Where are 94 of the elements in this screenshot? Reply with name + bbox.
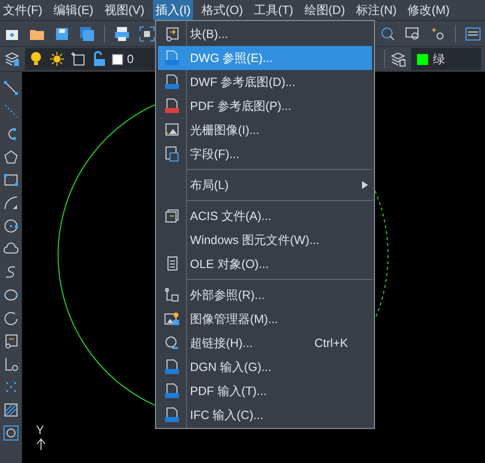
zoom-icon (380, 26, 396, 42)
menu-item[interactable]: 图像管理器(M)... (158, 307, 372, 331)
viewport-icon (70, 51, 86, 67)
tool-button[interactable] (3, 379, 19, 395)
layer-name: 0 (127, 51, 134, 68)
zoom-previous-icon (430, 26, 446, 42)
tool-button[interactable] (3, 356, 19, 372)
menu-item[interactable]: DWF 参考底图(D)... (158, 70, 372, 94)
zoom-window-icon (405, 26, 421, 42)
toolbar-button[interactable] (380, 26, 396, 42)
toolbar-button[interactable] (54, 26, 70, 42)
menu-item[interactable]: 字段(F)... (158, 142, 372, 166)
line-icon (3, 80, 19, 96)
menu-bar-item[interactable]: 插入(I) (153, 0, 193, 20)
image-manager-icon (164, 311, 180, 327)
toolbar-button[interactable] (79, 26, 95, 42)
sun-icon (49, 51, 65, 67)
import-file-icon (164, 359, 180, 375)
toolbar-button[interactable] (4, 51, 20, 67)
tool-button[interactable] (3, 333, 19, 349)
block-insert-icon (164, 26, 180, 42)
tool-button[interactable] (3, 287, 19, 303)
solid-file-icon (164, 208, 180, 224)
menu-bar-item[interactable]: 视图(V) (102, 0, 146, 20)
block-create-icon (3, 356, 19, 372)
tool-button[interactable] (3, 172, 19, 188)
color-name: 绿 (433, 51, 445, 68)
toolbar-button[interactable] (430, 26, 446, 42)
toolbar-button[interactable] (465, 26, 481, 42)
menu-item[interactable]: OLE 对象(O)... (158, 252, 372, 276)
menu-bar-item[interactable]: 文件(F) (1, 0, 44, 20)
region-icon (3, 425, 19, 441)
layers-icon (4, 51, 20, 67)
toolbar-button[interactable] (405, 26, 421, 42)
toolbar-button[interactable] (390, 51, 406, 67)
point-icon (3, 379, 19, 395)
file-reference-icon (164, 98, 180, 114)
print-icon (114, 26, 130, 42)
tool-button[interactable] (3, 80, 19, 96)
ellipse-icon (3, 287, 19, 303)
external-reference-icon (164, 287, 180, 303)
file-reference-icon (164, 50, 180, 66)
import-file-icon (164, 383, 180, 399)
menu-item[interactable]: 光栅图像(I)... (158, 118, 372, 142)
layers-icon (390, 51, 406, 67)
menu-item[interactable]: IFC 输入(C)... (158, 403, 372, 427)
circle-icon (3, 218, 19, 234)
menu-item[interactable]: DGN 输入(G)... (158, 355, 372, 379)
hyperlink-icon (164, 335, 180, 351)
block-insert-icon (3, 333, 19, 349)
menu-item[interactable]: 块(B)... (158, 22, 372, 46)
ucs-axis-icon (35, 438, 47, 450)
properties-icon (465, 26, 481, 42)
tool-button[interactable] (3, 103, 19, 119)
menu-bar-item[interactable]: 工具(T) (252, 0, 296, 20)
tool-button[interactable] (3, 402, 19, 418)
menu-item[interactable]: 外部参照(R)... (158, 283, 372, 307)
import-file-icon (164, 407, 180, 423)
image-icon (164, 122, 180, 138)
hatch-icon (3, 402, 19, 418)
menu-item[interactable]: Windows 图元文件(W)... (158, 228, 372, 252)
unlocked-icon (91, 51, 107, 67)
file-reference-icon (164, 74, 180, 90)
lightbulb-icon (28, 51, 44, 67)
toolbar-button[interactable] (139, 26, 155, 42)
pentagon-icon (3, 149, 19, 165)
tool-button[interactable] (3, 425, 19, 441)
tool-button[interactable] (3, 310, 19, 326)
layer-color-swatch (112, 54, 123, 64)
tool-button[interactable] (3, 149, 19, 165)
field-icon (164, 146, 180, 162)
menu-bar-item[interactable]: 格式(O) (200, 0, 245, 20)
ucs-axis-label: Y (36, 422, 44, 439)
toolbar-button[interactable] (114, 26, 130, 42)
dimension-line-icon (3, 103, 19, 119)
menu-bar-item[interactable]: 标注(N) (354, 0, 399, 20)
elliptical-arc-icon (3, 310, 19, 326)
menu-item[interactable]: ACIS 文件(A)... (158, 204, 372, 228)
menu-bar-item[interactable]: 绘图(D) (302, 0, 347, 20)
menu-item[interactable]: 布局(L) (158, 173, 372, 197)
menu-bar-item[interactable]: 编辑(E) (51, 0, 96, 20)
color-dropdown[interactable]: 绿 (411, 48, 481, 70)
menu-bar-item[interactable]: 修改(M) (406, 0, 452, 20)
zoom-extents-icon (139, 26, 155, 42)
menu-item[interactable]: 超链接(H)... Ctrl+K (158, 331, 372, 355)
tool-button[interactable] (3, 195, 19, 211)
arc-icon (3, 195, 19, 211)
save-all-icon (79, 26, 95, 42)
menu-item[interactable]: PDF 输入(T)... (158, 379, 372, 403)
menu-item[interactable]: PDF 参考底图(P)... (158, 94, 372, 118)
rectangle-icon (3, 172, 19, 188)
tool-button[interactable] (3, 218, 19, 234)
submenu-arrow-icon (362, 181, 368, 189)
save-icon (54, 26, 70, 42)
